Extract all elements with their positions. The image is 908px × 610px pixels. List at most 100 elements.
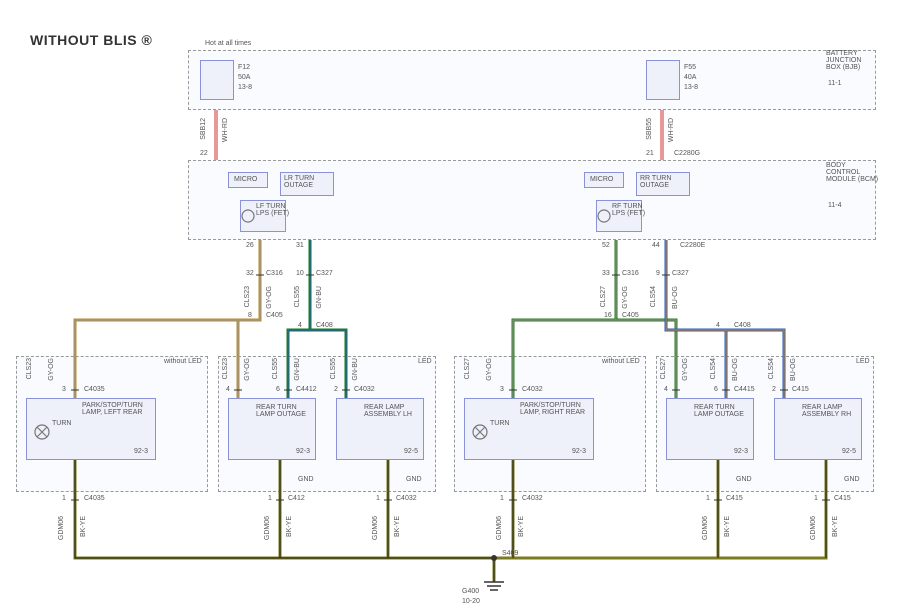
bjb-box xyxy=(188,50,876,110)
conn-C4412: C4412 xyxy=(296,386,317,393)
ckt-CLS27c: CLS27 xyxy=(660,358,667,379)
lamp-ps-right-turn: TURN xyxy=(490,420,509,427)
conn-C405-r: C405 xyxy=(622,312,639,319)
ckt-CLS55c: CLS55 xyxy=(330,358,337,379)
pin-16: 16 xyxy=(604,312,612,319)
ckt-BKYE-3: BK-YE xyxy=(394,516,401,537)
ckt-BKYE-5: BK-YE xyxy=(724,516,731,537)
ckt-SBB55: SBB55 xyxy=(646,118,653,140)
conn-C2280G: C2280G xyxy=(674,150,700,157)
conn-C408-l: C408 xyxy=(316,322,333,329)
bjb-ref: 11-1 xyxy=(828,80,842,87)
ckt-BUOG3: BU-OG xyxy=(790,358,797,381)
ckt-GYOG5: GY-OG xyxy=(244,358,251,381)
bcm-right-fet-lbl: RF TURN LPS (FET) xyxy=(612,203,652,217)
conn-C4032c: C4032 xyxy=(396,495,417,502)
zone-lbl-3: without LED xyxy=(602,358,640,365)
ckt-GYOG6: GY-OG xyxy=(682,358,689,381)
fuse-f55-amps: 40A xyxy=(684,74,696,81)
ckt-BKYE-2: BK-YE xyxy=(286,516,293,537)
ckt-WHRD1: WH-RD xyxy=(222,118,229,142)
pin-21: 21 xyxy=(646,150,654,157)
conn-C316-l: C316 xyxy=(266,270,283,277)
gnd-2: GND xyxy=(406,476,422,483)
pin-52: 52 xyxy=(602,242,610,249)
ckt-CLS23a: CLS23 xyxy=(244,286,251,307)
lamp-outage-l-lbl: REAR TURN LAMP OUTAGE xyxy=(256,404,314,418)
pin-10: 10 xyxy=(296,270,304,277)
ckt-BKYE-4: BK-YE xyxy=(518,516,525,537)
lamp-outage-r-lbl: REAR TURN LAMP OUTAGE xyxy=(694,404,752,418)
lamp-ps-left-turn: TURN xyxy=(52,420,71,427)
fuse-f12-ref: 13-8 xyxy=(238,84,252,91)
pin-2a: 2 xyxy=(334,386,338,393)
pin-1c: 1 xyxy=(376,495,380,502)
lamp-assy-r-lbl: REAR LAMP ASSEMBLY RH xyxy=(802,404,860,418)
lamp-assy-l-lbl: REAR LAMP ASSEMBLY LH xyxy=(364,404,422,418)
pin-32: 32 xyxy=(246,270,254,277)
pin-22: 22 xyxy=(200,150,208,157)
conn-C4032d: C4032 xyxy=(522,495,543,502)
page-title: WITHOUT BLIS ® xyxy=(30,32,152,48)
lamp-outage-l-ref: 92-3 xyxy=(296,448,310,455)
pin-26: 26 xyxy=(246,242,254,249)
ckt-GDM06-2: GDM06 xyxy=(264,516,271,540)
lamp-assy-r-ref: 92-5 xyxy=(842,448,856,455)
ckt-BUOG1: BU-OG xyxy=(672,286,679,309)
ckt-CLS23c: CLS23 xyxy=(222,358,229,379)
pin-2b: 2 xyxy=(772,386,776,393)
ckt-CLS55b: CLS55 xyxy=(272,358,279,379)
ckt-GYOG2: GY-OG xyxy=(48,358,55,381)
conn-C4032a: C4032 xyxy=(354,386,375,393)
pin-1d: 1 xyxy=(500,495,504,502)
fuse-f12-amps: 50A xyxy=(238,74,250,81)
pin-8: 8 xyxy=(248,312,252,319)
ckt-GDM06-1: GDM06 xyxy=(58,516,65,540)
lamp-ps-left-ref: 92-3 xyxy=(134,448,148,455)
pin-4r: 4 xyxy=(716,322,720,329)
ckt-BUOG2: BU-OG xyxy=(732,358,739,381)
pin-1b: 1 xyxy=(268,495,272,502)
pin-33: 33 xyxy=(602,270,610,277)
pin-1e: 1 xyxy=(706,495,710,502)
ckt-GDM06-4: GDM06 xyxy=(496,516,503,540)
conn-C415b: C415 xyxy=(726,495,743,502)
ckt-CLS27b: CLS27 xyxy=(464,358,471,379)
conn-C4035b: C4035 xyxy=(84,495,105,502)
fuse-f12 xyxy=(200,60,234,100)
pin-1f: 1 xyxy=(814,495,818,502)
conn-C4415: C4415 xyxy=(734,386,755,393)
ckt-SBB12: SBB12 xyxy=(200,118,207,140)
ckt-GNBU1: GN-BU xyxy=(316,286,323,309)
ckt-GDM06-5: GDM06 xyxy=(702,516,709,540)
pin-4b: 4 xyxy=(664,386,668,393)
conn-C412: C412 xyxy=(288,495,305,502)
conn-G400: G400 xyxy=(462,588,479,595)
conn-C408-r: C408 xyxy=(734,322,751,329)
lamp-ps-right-ref: 92-3 xyxy=(572,448,586,455)
ckt-CLS54b: CLS54 xyxy=(710,358,717,379)
lamp-ps-right-lbl: PARK/STOP/TURN LAMP, RIGHT REAR xyxy=(520,402,592,416)
bcm-name: BODY CONTROL MODULE (BCM) xyxy=(826,162,880,183)
ckt-BKYE-6: BK-YE xyxy=(832,516,839,537)
hot-label: Hot at all times xyxy=(205,40,251,47)
gnd-1: GND xyxy=(298,476,314,483)
ckt-GYOG1: GY-OG xyxy=(266,286,273,309)
conn-C415c: C415 xyxy=(834,495,851,502)
conn-C415a: C415 xyxy=(792,386,809,393)
lamp-assy-l-ref: 92-5 xyxy=(404,448,418,455)
bcm-left-fet-lbl: LF TURN LPS (FET) xyxy=(256,203,296,217)
zone-lbl-4: LED xyxy=(856,358,870,365)
pin-4l: 4 xyxy=(298,322,302,329)
gnd-3: GND xyxy=(736,476,752,483)
bcm-left-outage-lbl: LR TURN OUTAGE xyxy=(284,175,332,189)
ckt-WHRD2: WH-RD xyxy=(668,118,675,142)
conn-C327-r: C327 xyxy=(672,270,689,277)
ckt-CLS54c: CLS54 xyxy=(768,358,775,379)
conn-C4035: C4035 xyxy=(84,386,105,393)
ckt-CLS27a: CLS27 xyxy=(600,286,607,307)
bcm-right-micro-lbl: MICRO xyxy=(590,176,613,183)
pin-4a: 4 xyxy=(226,386,230,393)
ckt-CLS55a: CLS55 xyxy=(294,286,301,307)
ckt-CLS54a: CLS54 xyxy=(650,286,657,307)
